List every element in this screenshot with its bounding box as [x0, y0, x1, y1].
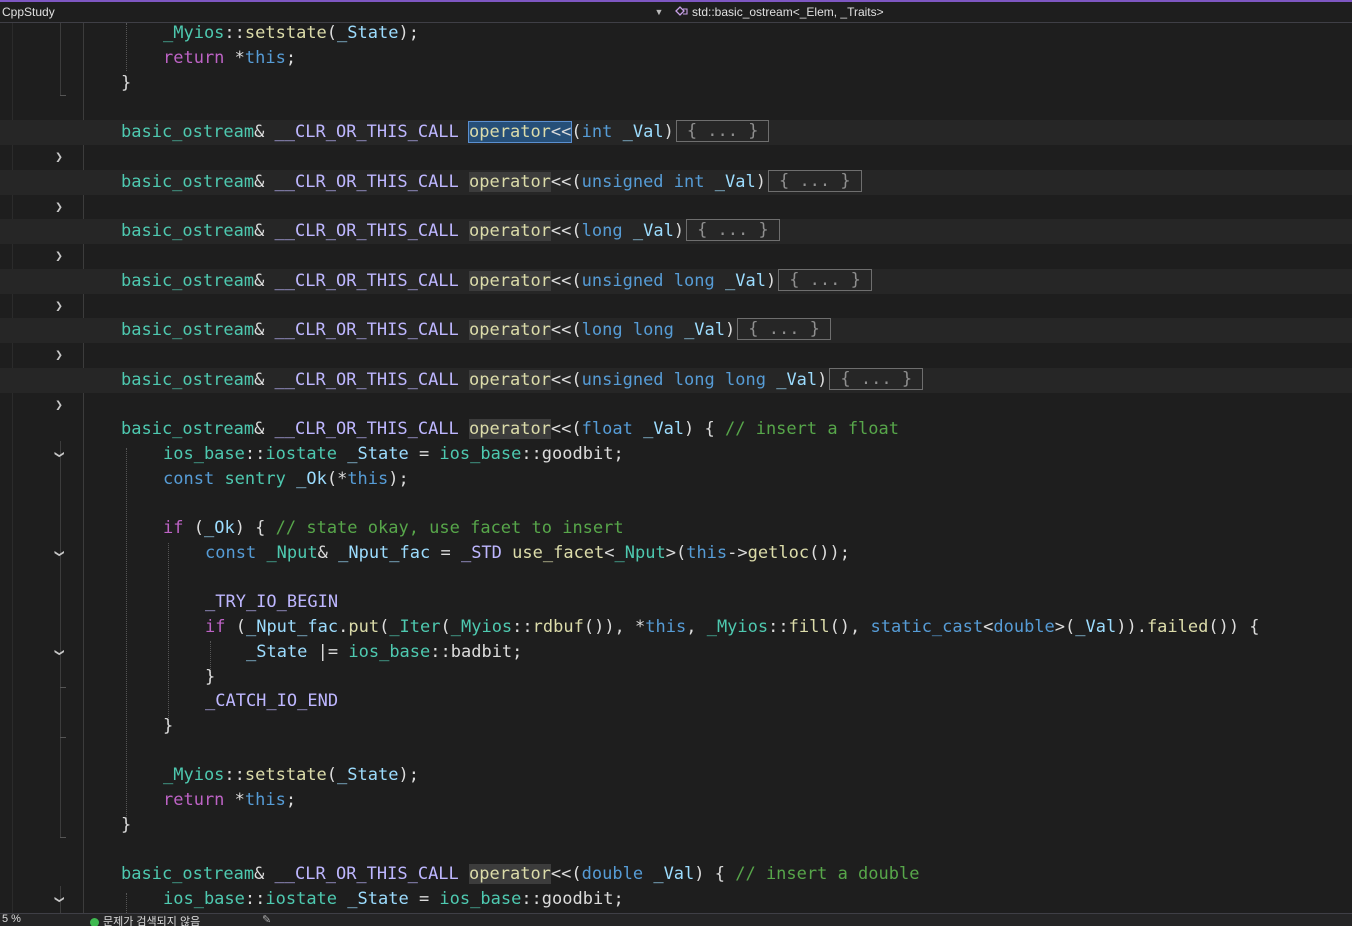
chevron-right-icon[interactable]: ❯	[51, 244, 67, 269]
project-name: CppStudy	[2, 5, 55, 19]
code-line[interactable]: _Myios::setstate(_State);	[0, 23, 1352, 46]
code-line[interactable]: return *this;	[0, 788, 1352, 813]
code-line[interactable]: _CATCH_IO_END	[0, 689, 1352, 714]
code-line[interactable]: _TRY_IO_BEGIN	[0, 590, 1352, 615]
chevron-right-icon[interactable]: ❯	[51, 145, 67, 170]
project-dropdown[interactable]: CppStudy ▼	[0, 2, 665, 22]
brush-icon[interactable]: ✎	[262, 914, 271, 926]
collapsed-block-ellipsis[interactable]: { ... }	[675, 120, 770, 142]
code-line-collapsed[interactable]: ❯ basic_ostream& __CLR_OR_THIS_CALL oper…	[0, 120, 1352, 165]
scope-name: std::basic_ostream<_Elem, _Traits>	[692, 5, 884, 19]
code-line[interactable]: ios_base::iostate _State = ios_base::goo…	[0, 887, 1352, 912]
code-line-collapsed[interactable]: ❯ basic_ostream& __CLR_OR_THIS_CALL oper…	[0, 219, 1352, 264]
code-line[interactable]: const _Nput& _Nput_fac = _STD use_facet<…	[0, 541, 1352, 566]
collapsed-block-ellipsis[interactable]: { ... }	[829, 368, 924, 390]
code-editor[interactable]: _Myios::setstate(_State); return *this; …	[0, 23, 1352, 913]
issues-indicator[interactable]: 문제가 검색되지 않음	[90, 914, 200, 926]
code-line[interactable]: }	[0, 714, 1352, 739]
code-line[interactable]: }	[0, 71, 1352, 96]
code-line[interactable]: ❯ if (_Nput_fac.put(_Iter(_Myios::rdbuf(…	[0, 615, 1352, 656]
code-line[interactable]: const sentry _Ok(*this);	[0, 467, 1352, 492]
collapsed-block-ellipsis[interactable]: { ... }	[767, 170, 862, 192]
code-line-collapsed[interactable]: ❯ basic_ostream& __CLR_OR_THIS_CALL oper…	[0, 269, 1352, 314]
collapsed-block-ellipsis[interactable]: { ... }	[737, 318, 831, 340]
code-line[interactable]: ❯ basic_ostream& __CLR_OR_THIS_CALL oper…	[0, 417, 1352, 458]
code-line-collapsed[interactable]: ❯ basic_ostream& __CLR_OR_THIS_CALL oper…	[0, 170, 1352, 215]
code-line-collapsed[interactable]: ❯ basic_ostream& __CLR_OR_THIS_CALL oper…	[0, 318, 1352, 363]
chevron-right-icon[interactable]: ❯	[51, 393, 67, 418]
code-line[interactable]: ios_base::iostate _State = ios_base::goo…	[0, 442, 1352, 467]
code-line-collapsed[interactable]: ❯ basic_ostream& __CLR_OR_THIS_CALL oper…	[0, 368, 1352, 413]
code-line[interactable]: }	[0, 813, 1352, 838]
collapsed-block-ellipsis[interactable]: { ... }	[778, 269, 872, 291]
navigation-bar: CppStudy ▼ std::basic_ostream<_Elem, _Tr…	[0, 2, 1352, 23]
code-line[interactable]: return *this;	[0, 46, 1352, 71]
code-line[interactable]: _State |= ios_base::badbit;	[0, 640, 1352, 665]
code-line[interactable]: ❯ basic_ostream& __CLR_OR_THIS_CALL oper…	[0, 862, 1352, 903]
collapsed-block-ellipsis[interactable]: { ... }	[686, 219, 780, 241]
code-line[interactable]: _Myios::setstate(_State);	[0, 763, 1352, 788]
chevron-right-icon[interactable]: ❯	[51, 343, 67, 368]
chevron-down-icon[interactable]: ▼	[653, 2, 665, 22]
scope-dropdown[interactable]: std::basic_ostream<_Elem, _Traits>	[675, 2, 884, 22]
status-bar: 5 % 문제가 검색되지 않음 ✎	[0, 913, 1352, 926]
code-line[interactable]: }	[0, 665, 1352, 690]
zoom-level[interactable]: 5 %	[2, 914, 21, 925]
chevron-right-icon[interactable]: ❯	[51, 294, 67, 319]
class-icon	[675, 3, 689, 23]
code-line[interactable]: ❯ if (_Ok) { // state okay, use facet to…	[0, 516, 1352, 557]
chevron-right-icon[interactable]: ❯	[51, 195, 67, 220]
